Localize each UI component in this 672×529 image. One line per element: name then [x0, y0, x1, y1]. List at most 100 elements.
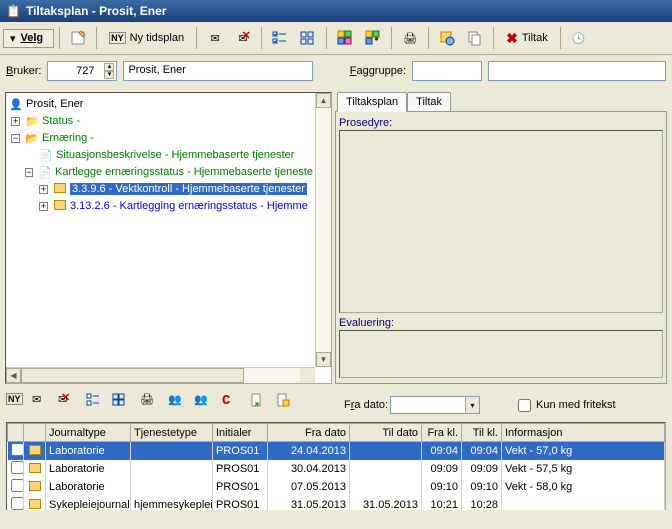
bruker-id-input[interactable]: 727 ▴▾ [47, 61, 117, 81]
bruker-label: Bruker: [6, 65, 41, 77]
separator [59, 27, 60, 49]
cell-fradato: 07.05.2013 [268, 478, 350, 496]
mail-icon[interactable]: ✉ [202, 25, 228, 51]
page-icon [52, 183, 68, 196]
scroll-right-icon[interactable]: ▶ [300, 383, 315, 384]
grid-header-tilkl[interactable]: Til kl. [462, 424, 502, 442]
grid-header-icon[interactable] [24, 424, 46, 442]
tree-node-ernaering[interactable]: −📂Ernæring - [8, 130, 313, 146]
tab-tiltaksplan[interactable]: Tiltaksplan [337, 92, 407, 112]
expand-icon[interactable]: + [11, 117, 20, 126]
grid-icon[interactable] [295, 25, 321, 51]
person-icon: 👤 [8, 98, 24, 111]
cell-tilkl: 09:09 [462, 460, 502, 478]
row-icon [24, 442, 46, 461]
spinner-icon[interactable]: ▴▾ [104, 63, 114, 79]
grid-header-tjenestetype[interactable]: Tjenestetype [131, 424, 213, 442]
delete-mail-icon[interactable]: ✉✕ [230, 25, 256, 51]
separator [326, 27, 327, 49]
scroll-up-icon[interactable]: ▲ [316, 93, 331, 108]
grid-header-fradato[interactable]: Fra dato [268, 424, 350, 442]
tree-root[interactable]: 👤Prosit, Ener [8, 96, 313, 112]
folder-icon: 📁 [24, 115, 40, 128]
expand-icon[interactable]: + [39, 185, 48, 194]
scroll-down-icon[interactable]: ▼ [316, 352, 331, 367]
table-row[interactable]: LaboratoriePROS0124.04.201309:0409:04Vek… [8, 442, 665, 461]
kun-med-fritekst-checkbox[interactable] [518, 399, 531, 412]
tree-node-situasjon[interactable]: 📄Situasjonsbeskrivelse - Hjemmebaserte t… [8, 147, 313, 163]
prosedyre-label: Prosedyre: [339, 117, 663, 129]
checklist-icon[interactable] [86, 393, 110, 417]
c-button[interactable]: C [222, 393, 246, 417]
velg-dropdown[interactable]: ▾ Velg [3, 29, 54, 48]
tree-node-vektkontroll[interactable]: +3.3.9.6 - Vektkontroll - Hjemmebaserte … [8, 181, 313, 197]
cell-informasjon [502, 496, 665, 510]
faggruppe-code-input[interactable] [412, 61, 482, 81]
faggruppe-name-input[interactable] [488, 61, 666, 81]
print-icon[interactable]: 🖨 [397, 25, 423, 51]
collapse-icon[interactable]: − [11, 134, 20, 143]
grid-header-informasjon[interactable]: Informasjon [502, 424, 665, 442]
window-title: Tiltaksplan - Prosit, Ener [26, 4, 166, 18]
journal-grid: Journaltype Tjenestetype Initialer Fra d… [6, 422, 666, 510]
tree-node-kartlegging[interactable]: +3.13.2.6 - Kartlegging ernæringsstatus … [8, 198, 313, 214]
people-blue-icon[interactable]: 👥 [168, 393, 192, 417]
people-orange-icon[interactable]: 👥 [194, 393, 218, 417]
tool-new-icon[interactable] [65, 25, 91, 51]
grid-icon[interactable] [112, 393, 136, 417]
fra-dato-input[interactable]: ▾ [390, 396, 480, 414]
chevron-down-icon: ▾ [10, 32, 16, 45]
doc-plus-icon[interactable] [276, 393, 300, 417]
chevron-down-icon[interactable]: ▾ [465, 397, 479, 413]
bruker-name-input[interactable]: Prosit, Ener [123, 61, 313, 81]
cell-fradato: 30.04.2013 [268, 460, 350, 478]
collapse-icon[interactable]: − [25, 168, 34, 177]
tree-node-status[interactable]: +📁Status - [8, 113, 313, 129]
separator [391, 27, 392, 49]
grid-header-check[interactable] [8, 424, 24, 442]
row-checkbox[interactable] [8, 442, 24, 461]
tab-tiltak[interactable]: Tiltak [407, 92, 451, 112]
cell-tilkl: 09:10 [462, 478, 502, 496]
cell-journaltype: Laboratorie [46, 460, 131, 478]
separator [261, 27, 262, 49]
cell-tilkl: 10:28 [462, 496, 502, 510]
ny-tidsplan-button[interactable]: NY Ny tidsplan [102, 25, 191, 51]
copy-icon[interactable] [462, 25, 488, 51]
shape-icon[interactable] [434, 25, 460, 51]
table-row[interactable]: LaboratoriePROS0130.04.201309:0909:09Vek… [8, 460, 665, 478]
filter-row: Bruker: 727 ▴▾ Prosit, Ener Faggruppe: [0, 55, 672, 87]
checklist-icon[interactable] [267, 25, 293, 51]
table-row[interactable]: LaboratoriePROS0107.05.201309:1009:10Vek… [8, 478, 665, 496]
blocks-add-icon[interactable] [360, 25, 386, 51]
expand-icon[interactable]: + [39, 202, 48, 211]
grid-header-journaltype[interactable]: Journaltype [46, 424, 131, 442]
prosedyre-textarea[interactable] [339, 130, 663, 313]
scroll-left-icon[interactable]: ◀ [6, 368, 21, 383]
cell-journaltype: Laboratorie [46, 478, 131, 496]
delete-mail-icon[interactable]: ✉✕ [58, 393, 82, 417]
cell-tildato [350, 460, 422, 478]
row-checkbox[interactable] [8, 478, 24, 496]
grid-header-initialer[interactable]: Initialer [213, 424, 268, 442]
cell-initialer: PROS01 [213, 496, 268, 510]
scrollbar-vertical[interactable]: ▲ ▼ [315, 93, 331, 367]
cell-tjenestetype [131, 442, 213, 461]
blocks-icon[interactable] [332, 25, 358, 51]
mail-icon[interactable]: ✉ [32, 393, 56, 417]
grid-header-tildato[interactable]: Til dato [350, 424, 422, 442]
doc-arrow-icon[interactable] [250, 393, 274, 417]
cell-frakl: 09:10 [422, 478, 462, 496]
scrollbar-horizontal[interactable]: ◀ ▶ [6, 367, 315, 383]
tiltak-button[interactable]: ✖ Tiltak [499, 25, 555, 51]
table-row[interactable]: SykepleiejournalhjemmesykepleiePROS0131.… [8, 496, 665, 510]
nv-icon[interactable]: NY [6, 393, 30, 417]
folder-open-icon: 📂 [24, 132, 40, 145]
print-icon[interactable]: 🖨 [140, 393, 164, 417]
evaluering-textarea[interactable] [339, 330, 663, 378]
row-checkbox[interactable] [8, 496, 24, 510]
grid-header-frakl[interactable]: Fra kl. [422, 424, 462, 442]
tree-node-kartlegge[interactable]: −📄Kartlegge ernæringsstatus - Hjemmebase… [8, 164, 313, 180]
clock-icon[interactable]: 🕓 [566, 25, 592, 51]
row-checkbox[interactable] [8, 460, 24, 478]
